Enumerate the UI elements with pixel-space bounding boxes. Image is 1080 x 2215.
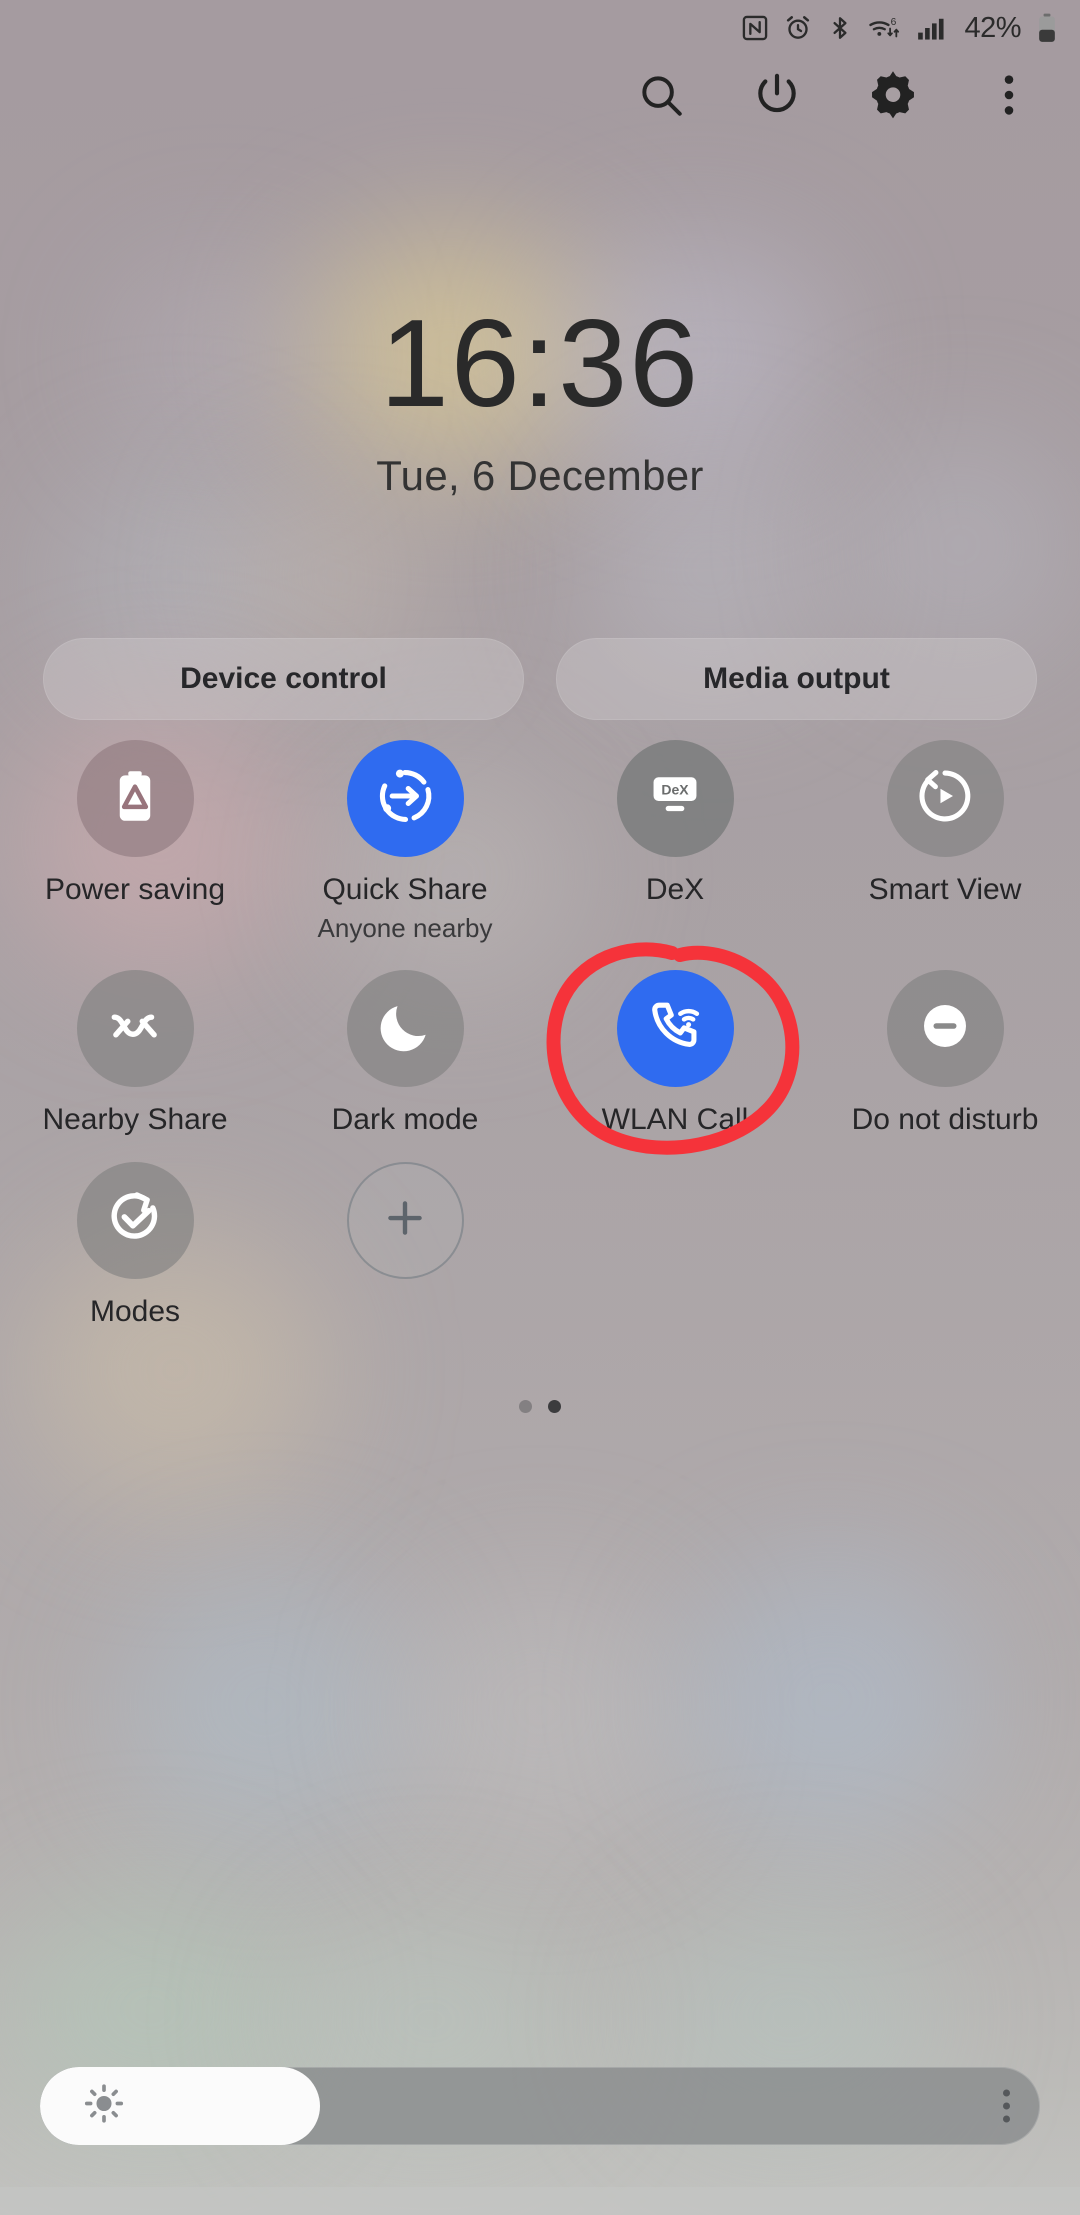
tile-row-2: Nearby Share Dark mode WLAN Call Do not … [0, 969, 1080, 1136]
tile-dex-label: DeX [645, 873, 705, 906]
tile-nearby-share-icon-circle[interactable] [76, 969, 194, 1087]
modes-icon [104, 1187, 166, 1254]
brightness-sun-icon [82, 2082, 126, 2131]
plus-icon [380, 1193, 430, 1248]
navigation-bar [0, 2187, 1080, 2215]
overflow-menu-icon[interactable] [978, 64, 1040, 126]
tile-row-1: Power saving Quick Share Anyone nearby D… [0, 740, 1080, 944]
tile-smart-view-icon-circle[interactable] [886, 740, 1004, 857]
page-dot-1[interactable] [519, 1400, 532, 1413]
alarm-icon [784, 14, 812, 42]
tile-do-not-disturb-label: Do not disturb [851, 1102, 1039, 1136]
media-output-pill[interactable]: Media output [556, 638, 1037, 720]
tile-quick-share-label: Quick Share [322, 873, 488, 906]
signal-bars-icon [917, 14, 947, 42]
device-control-pill[interactable]: Device control [43, 638, 524, 720]
bluetooth-icon [827, 14, 853, 42]
menu-dot [1003, 2089, 1010, 2097]
gear-icon[interactable] [862, 64, 924, 126]
svg-text:6: 6 [891, 17, 897, 28]
nfc-icon [741, 14, 769, 42]
tile-smart-view-label: Smart View [868, 873, 1022, 906]
battery-icon [1036, 13, 1058, 43]
tile-modes[interactable]: Modes [0, 1161, 270, 1328]
dex-monitor-icon: DeX [642, 763, 708, 834]
clock-date[interactable]: Tue, 6 December [0, 452, 1080, 500]
do-not-disturb-icon [915, 996, 975, 1061]
tile-do-not-disturb-icon-circle[interactable] [886, 969, 1004, 1087]
brightness-slider[interactable] [40, 2067, 1040, 2145]
tile-row-3: Modes [0, 1161, 1080, 1328]
battery-percent-label: 42% [964, 11, 1021, 44]
svg-text:DeX: DeX [661, 781, 689, 797]
battery-power-saving-icon [104, 765, 166, 832]
search-icon[interactable] [630, 64, 692, 126]
tile-wlan-call[interactable]: WLAN Call [540, 969, 810, 1136]
menu-dot [1003, 2102, 1010, 2110]
brightness-track[interactable] [40, 2067, 1040, 2145]
quick-actions-pill-row: Device control Media output [43, 638, 1037, 720]
tile-nearby-share[interactable]: Nearby Share [0, 969, 270, 1136]
tile-quick-share[interactable]: Quick Share Anyone nearby [270, 740, 540, 944]
tile-modes-icon-circle[interactable] [76, 1161, 194, 1279]
page-dot-2[interactable] [548, 1400, 561, 1413]
menu-dot [1003, 2115, 1010, 2123]
tile-add-icon-circle[interactable] [346, 1161, 464, 1279]
quick-share-icon [373, 764, 437, 833]
tile-power-saving-icon-circle[interactable] [76, 740, 194, 857]
tile-dex[interactable]: DeX DeX [540, 740, 810, 944]
tile-do-not-disturb[interactable]: Do not disturb [810, 969, 1080, 1136]
tile-empty-slot-2 [810, 1162, 1080, 1328]
page-indicator [0, 1400, 1080, 1413]
tile-dark-mode-icon-circle[interactable] [346, 969, 464, 1087]
status-bar: 6 42% [0, 0, 1080, 56]
tile-quick-share-sublabel: Anyone nearby [317, 912, 493, 943]
moon-icon [374, 995, 436, 1062]
wlan-call-icon [643, 994, 707, 1063]
smart-view-icon [913, 764, 977, 833]
tile-add-button[interactable] [270, 1161, 540, 1328]
tile-nearby-share-label: Nearby Share [42, 1102, 228, 1136]
tile-empty-slot-1 [540, 1162, 810, 1328]
brightness-overflow-menu-icon[interactable] [1003, 2089, 1010, 2123]
tile-power-saving[interactable]: Power saving [0, 740, 270, 944]
quick-settings-tile-grid: Power saving Quick Share Anyone nearby D… [0, 740, 1080, 1327]
nearby-share-icon [104, 995, 166, 1062]
tile-dark-mode[interactable]: Dark mode [270, 969, 540, 1136]
tile-smart-view[interactable]: Smart View [810, 740, 1080, 944]
clock-block: 16:36 Tue, 6 December [0, 302, 1080, 500]
tile-modes-label: Modes [89, 1294, 181, 1328]
power-icon[interactable] [746, 64, 808, 126]
wifi-6-icon: 6 [868, 14, 902, 42]
quick-panel-toolbar [0, 62, 1080, 128]
tile-dark-mode-label: Dark mode [331, 1102, 479, 1136]
tile-quick-share-icon-circle[interactable] [346, 740, 464, 857]
clock-time[interactable]: 16:36 [0, 302, 1080, 426]
tile-dex-icon-circle[interactable]: DeX [616, 740, 734, 857]
tile-power-saving-label: Power saving [44, 873, 226, 906]
tile-wlan-call-label: WLAN Call [601, 1102, 749, 1136]
tile-wlan-call-icon-circle[interactable] [616, 969, 734, 1087]
